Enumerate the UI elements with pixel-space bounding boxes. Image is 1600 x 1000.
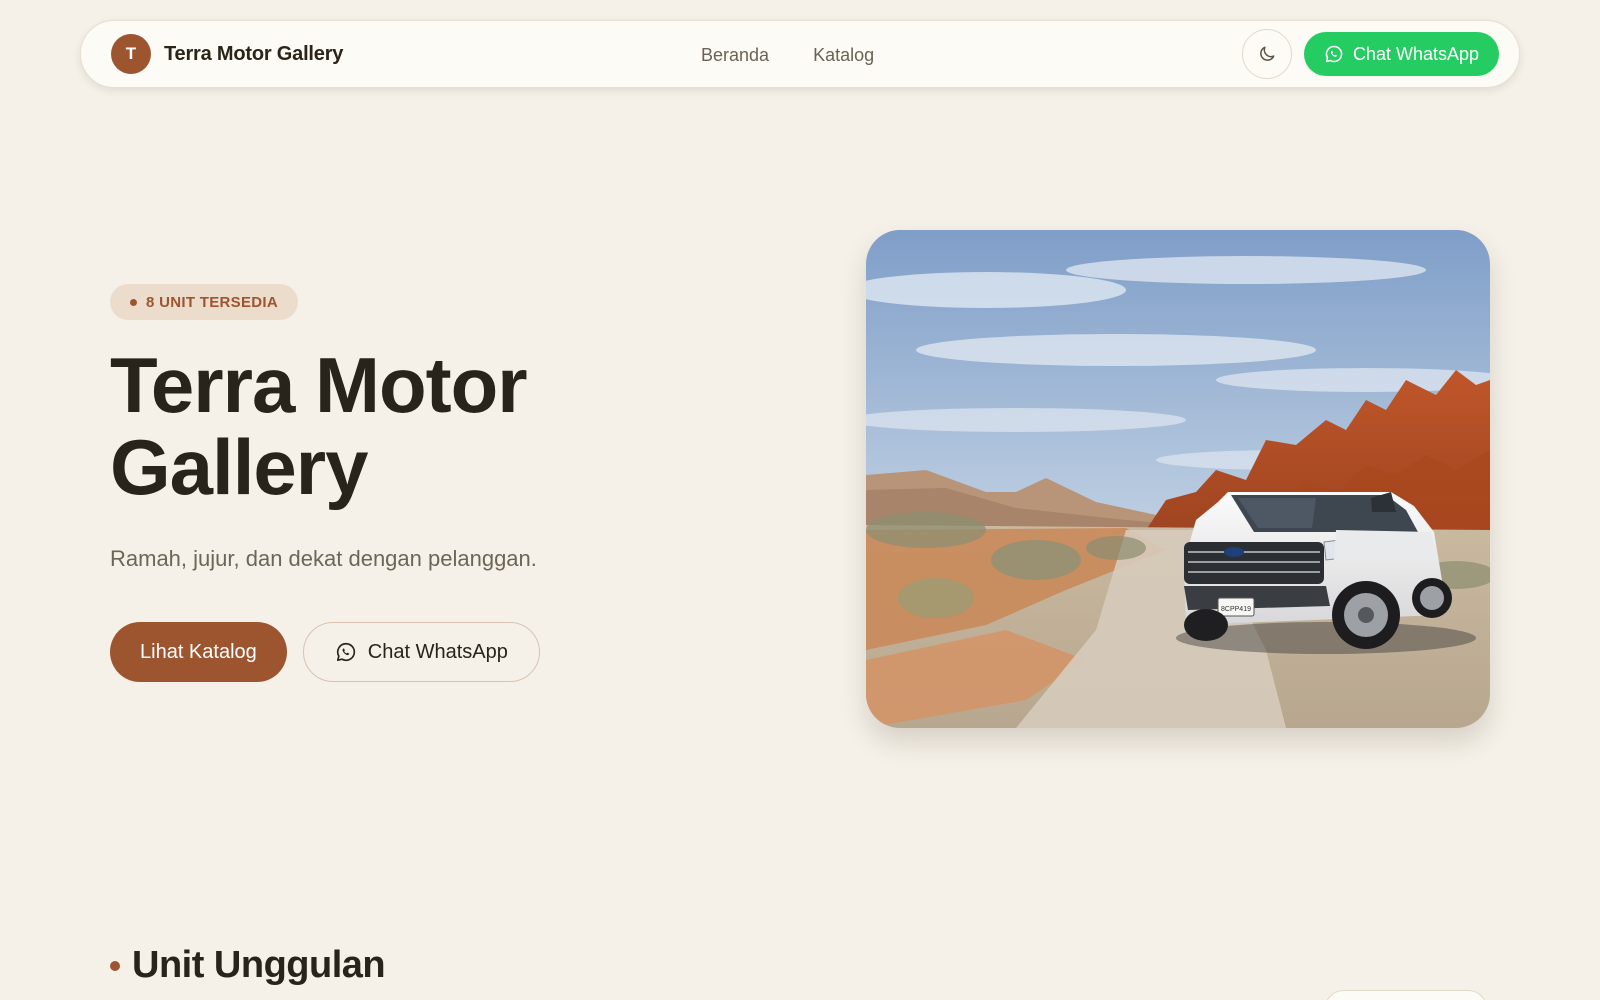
suv-desert-illustration: 8CPP419: [866, 230, 1490, 728]
hero-subtitle: Ramah, jujur, dan dekat dengan pelanggan…: [110, 546, 537, 571]
badge-label: 8 UNIT TERSEDIA: [146, 293, 279, 311]
badge-dot: [130, 298, 137, 306]
whatsapp-nav-label: Chat WhatsApp: [1352, 43, 1479, 64]
hero-car-image: 8CPP419: [866, 230, 1490, 728]
hero-title-line-2: Gallery: [110, 423, 369, 511]
nav-link-katalog[interactable]: Katalog: [813, 45, 874, 66]
moon-icon: [1260, 46, 1275, 61]
whatsapp-hero-button[interactable]: Chat WhatsApp: [302, 622, 540, 682]
whatsapp-icon: [336, 642, 355, 662]
theme-toggle-button[interactable]: [1241, 29, 1292, 79]
brand[interactable]: T Terra Motor Gallery: [111, 34, 343, 74]
hero-actions: Lihat Katalog Chat WhatsApp: [110, 622, 730, 682]
license-plate-text: 8CPP419: [1221, 606, 1251, 613]
hero-title: Terra Motor Gallery: [110, 344, 730, 508]
section-action-button[interactable]: [1324, 990, 1488, 1000]
whatsapp-hero-label: Chat WhatsApp: [367, 640, 508, 663]
top-navbar: T Terra Motor Gallery Beranda Katalog Ch…: [80, 20, 1520, 88]
nav-links: Beranda Katalog: [701, 21, 874, 89]
whatsapp-icon: [1325, 45, 1343, 63]
brand-name: Terra Motor Gallery: [164, 42, 344, 65]
brand-logo: T: [111, 34, 151, 74]
section-dot: [110, 960, 120, 971]
section-title: Unit Unggulan: [132, 944, 386, 986]
nav-link-beranda[interactable]: Beranda: [701, 45, 769, 66]
view-catalog-button[interactable]: Lihat Katalog: [110, 622, 287, 682]
nav-actions: Chat WhatsApp: [1241, 29, 1499, 79]
hero-title-line-1: Terra Motor: [110, 341, 528, 429]
hero-content: 8 UNIT TERSEDIA Terra Motor Gallery Rama…: [110, 284, 730, 682]
whatsapp-nav-button[interactable]: Chat WhatsApp: [1303, 32, 1499, 76]
units-available-badge: 8 UNIT TERSEDIA: [110, 284, 299, 320]
featured-units-heading: Unit Unggulan: [110, 944, 386, 987]
